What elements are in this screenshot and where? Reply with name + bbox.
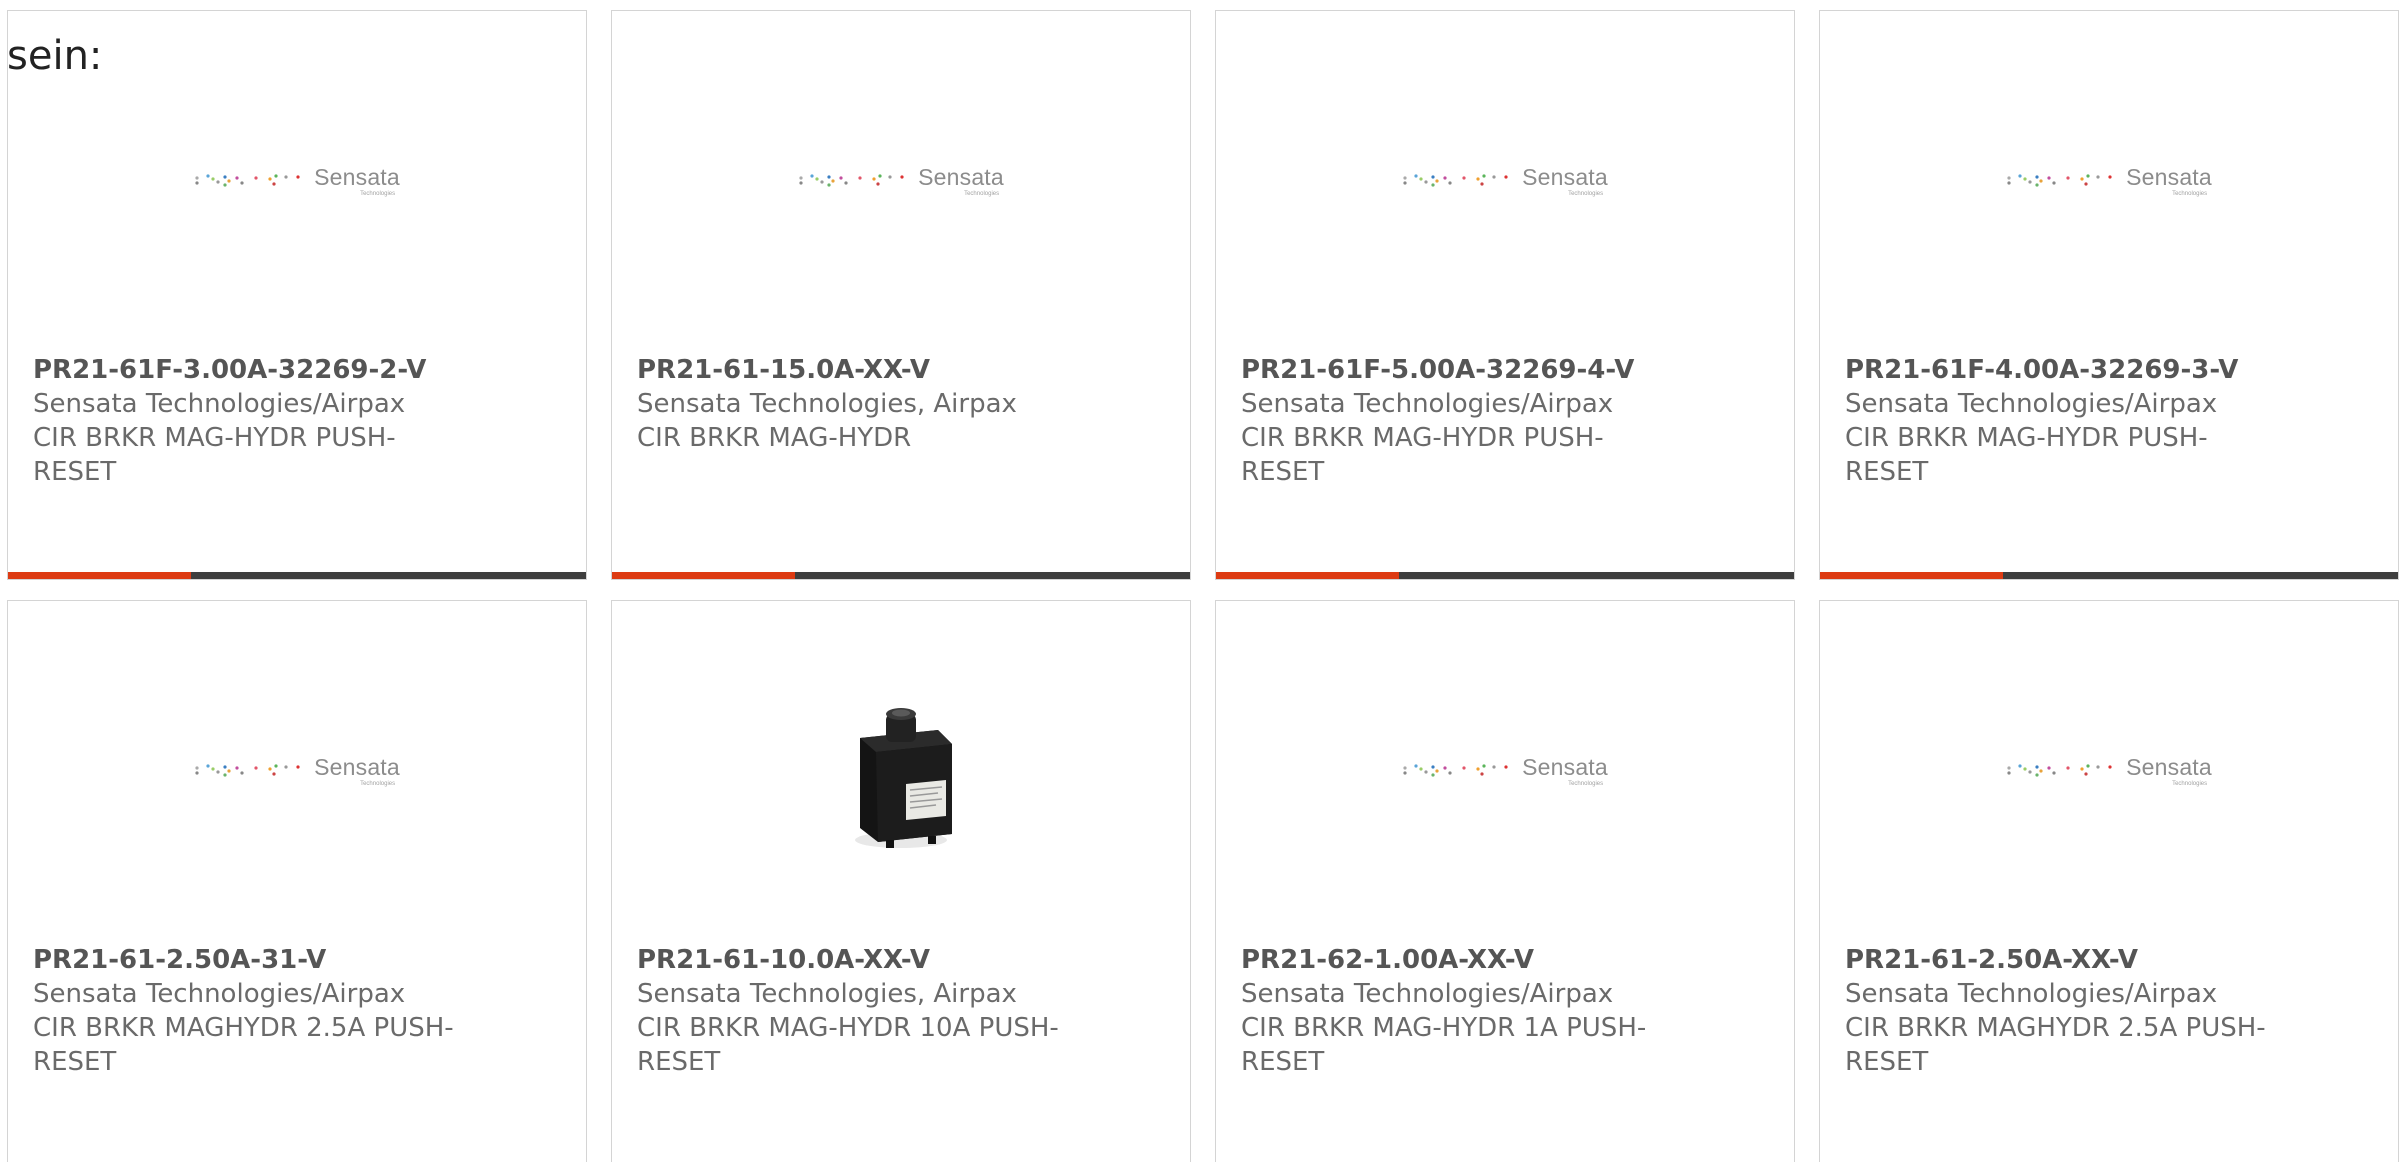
part-number[interactable]: PR21-61F-3.00A-32269-2-V <box>33 353 473 387</box>
product-card[interactable]: Sensata Technologies PR21-62-1.00A-XX-V … <box>1215 600 1795 1162</box>
part-number[interactable]: PR21-61-2.50A-XX-V <box>1845 943 2285 977</box>
logo-subtitle: Technologies <box>360 780 396 787</box>
product-image[interactable]: Sensata Technologies <box>1820 151 2398 211</box>
product-info: PR21-61F-3.00A-32269-2-V Sensata Technol… <box>33 353 473 489</box>
logo-name: Sensata <box>1522 753 1608 780</box>
product-image[interactable]: Sensata Technologies <box>1216 151 1794 211</box>
product-info: PR21-61F-5.00A-32269-4-V Sensata Technol… <box>1241 353 1681 489</box>
part-number[interactable]: PR21-61-15.0A-XX-V <box>637 353 1077 387</box>
manufacturer: Sensata Technologies/Airpax <box>33 389 406 419</box>
manufacturer: Sensata Technologies/Airpax <box>1241 979 1614 1009</box>
sensata-logo: Sensata Technologies <box>2006 163 2212 197</box>
manufacturer: Sensata Technologies, Airpax <box>637 979 1017 1009</box>
product-image[interactable]: Sensata Technologies <box>1216 741 1794 801</box>
manufacturer: Sensata Technologies/Airpax <box>33 979 406 1009</box>
product-info: PR21-61-15.0A-XX-V Sensata Technologies,… <box>637 353 1077 455</box>
sensata-logo: Sensata Technologies <box>1402 753 1608 787</box>
intro-text: sein: <box>7 33 103 79</box>
sensata-logo: Sensata Technologies <box>194 753 400 787</box>
product-card[interactable]: Sensata Technologies PR21-61-2.50A-31-V … <box>7 600 587 1162</box>
product-info: PR21-61-10.0A-XX-V Sensata Technologies,… <box>637 943 1077 1079</box>
product-image[interactable]: Sensata Technologies <box>8 741 586 801</box>
manufacturer: Sensata Technologies/Airpax <box>1845 389 2218 419</box>
logo-name: Sensata <box>314 753 400 780</box>
product-image[interactable]: Sensata Technologies <box>612 151 1190 211</box>
manufacturer: Sensata Technologies, Airpax <box>637 389 1017 419</box>
product-card[interactable]: Sensata Technologies PR21-61-15.0A-XX-V … <box>611 10 1191 580</box>
product-image[interactable] <box>612 661 1190 891</box>
part-number[interactable]: PR21-61-2.50A-31-V <box>33 943 473 977</box>
product-card[interactable]: PR21-61-10.0A-XX-V Sensata Technologies,… <box>611 600 1191 1162</box>
logo-subtitle: Technologies <box>1568 780 1604 787</box>
circuit-breaker-photo-icon <box>855 708 952 848</box>
logo-name: Sensata <box>2126 163 2212 190</box>
product-image[interactable]: Sensata Technologies <box>8 151 586 211</box>
product-info: PR21-61F-4.00A-32269-3-V Sensata Technol… <box>1845 353 2285 489</box>
description: CIR BRKR MAG-HYDR <box>637 423 912 453</box>
sensata-logo-dots-icon <box>2007 764 2112 777</box>
sensata-logo-dots-icon <box>1403 764 1508 777</box>
logo-subtitle: Technologies <box>2172 190 2208 197</box>
card-bar-accent <box>1820 572 2003 579</box>
logo-subtitle: Technologies <box>1568 190 1604 197</box>
sensata-logo-dots-icon <box>799 174 904 187</box>
card-bar-accent <box>8 572 191 579</box>
part-number[interactable]: PR21-61-10.0A-XX-V <box>637 943 1077 977</box>
product-card[interactable]: Sensata Technologies PR21-61F-4.00A-3226… <box>1819 10 2399 580</box>
sensata-logo-dots-icon <box>1403 174 1508 187</box>
description: CIR BRKR MAGHYDR 2.5A PUSH-RESET <box>33 1013 454 1077</box>
description: CIR BRKR MAG-HYDR PUSH-RESET <box>1845 423 2208 487</box>
logo-name: Sensata <box>2126 753 2212 780</box>
sensata-logo-dots-icon <box>195 764 300 777</box>
logo-name: Sensata <box>918 163 1004 190</box>
product-image[interactable]: Sensata Technologies <box>1820 741 2398 801</box>
sensata-logo-dots-icon <box>2007 174 2112 187</box>
description: CIR BRKR MAG-HYDR 1A PUSH-RESET <box>1241 1013 1647 1077</box>
card-bottom-bar <box>612 572 1190 579</box>
sensata-logo-dots-icon <box>195 174 300 187</box>
product-info: PR21-61-2.50A-XX-V Sensata Technologies/… <box>1845 943 2285 1079</box>
part-number[interactable]: PR21-61F-5.00A-32269-4-V <box>1241 353 1681 387</box>
card-bar-accent <box>612 572 795 579</box>
sensata-logo: Sensata Technologies <box>194 163 400 197</box>
description: CIR BRKR MAG-HYDR 10A PUSH-RESET <box>637 1013 1059 1077</box>
card-bottom-bar <box>1820 572 2398 579</box>
description: CIR BRKR MAG-HYDR PUSH-RESET <box>33 423 396 487</box>
logo-subtitle: Technologies <box>2172 780 2208 787</box>
logo-name: Sensata <box>1522 163 1608 190</box>
product-info: PR21-62-1.00A-XX-V Sensata Technologies/… <box>1241 943 1681 1079</box>
product-grid: Sensata Technologies PR21-61F-3.00A-3226… <box>7 10 2399 1162</box>
description: CIR BRKR MAGHYDR 2.5A PUSH-RESET <box>1845 1013 2266 1077</box>
card-bar-accent <box>1216 572 1399 579</box>
product-info: PR21-61-2.50A-31-V Sensata Technologies/… <box>33 943 473 1079</box>
description: CIR BRKR MAG-HYDR PUSH-RESET <box>1241 423 1604 487</box>
sensata-logo: Sensata Technologies <box>798 163 1004 197</box>
product-listing-page: sein: Sensata Technologies PR21-61F-3.00… <box>0 0 2400 1162</box>
card-bottom-bar <box>1216 572 1794 579</box>
product-card[interactable]: Sensata Technologies PR21-61-2.50A-XX-V … <box>1819 600 2399 1162</box>
manufacturer: Sensata Technologies/Airpax <box>1241 389 1614 419</box>
logo-name: Sensata <box>314 163 400 190</box>
part-number[interactable]: PR21-61F-4.00A-32269-3-V <box>1845 353 2285 387</box>
part-number[interactable]: PR21-62-1.00A-XX-V <box>1241 943 1681 977</box>
logo-subtitle: Technologies <box>964 190 1000 197</box>
logo-subtitle: Technologies <box>360 190 396 197</box>
product-card[interactable]: Sensata Technologies PR21-61F-5.00A-3226… <box>1215 10 1795 580</box>
sensata-logo: Sensata Technologies <box>1402 163 1608 197</box>
sensata-logo: Sensata Technologies <box>2006 753 2212 787</box>
manufacturer: Sensata Technologies/Airpax <box>1845 979 2218 1009</box>
product-card[interactable]: Sensata Technologies PR21-61F-3.00A-3226… <box>7 10 587 580</box>
card-bottom-bar <box>8 572 586 579</box>
